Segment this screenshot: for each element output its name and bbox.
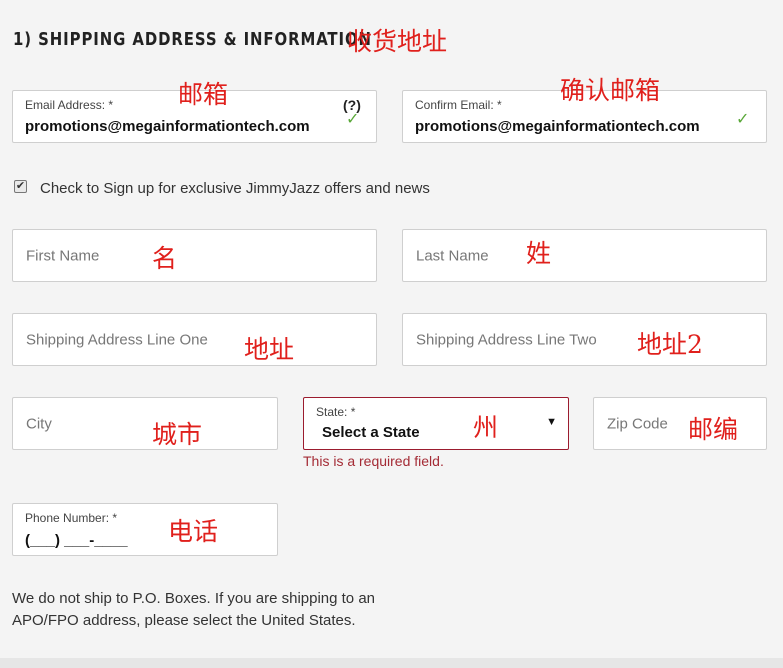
state-error-message: This is a required field. <box>303 453 444 469</box>
state-annotation: 州 <box>473 413 499 442</box>
city-annotation: 城市 <box>152 420 203 449</box>
state-selected-value[interactable]: Select a State <box>322 424 420 441</box>
address-line-one-placeholder: Shipping Address Line One <box>26 331 208 348</box>
section-title: 1) SHIPPING ADDRESS & INFORMATION <box>13 29 372 50</box>
email-value[interactable]: promotions@megainformationtech.com <box>25 118 310 135</box>
address-line-two-field[interactable]: Shipping Address Line Two <box>402 313 767 366</box>
section-title-annotation: 收货地址 <box>347 27 448 56</box>
confirm-email-value[interactable]: promotions@megainformationtech.com <box>415 118 700 135</box>
confirm-email-annotation: 确认邮箱 <box>560 76 661 105</box>
first-name-field[interactable]: First Name <box>12 229 377 282</box>
first-name-annotation: 名 <box>152 244 178 273</box>
zip-code-field[interactable]: Zip Code <box>593 397 767 450</box>
dropdown-arrow-icon[interactable]: ▼ <box>546 416 557 428</box>
city-field[interactable]: City <box>12 397 278 450</box>
zip-code-annotation: 邮编 <box>688 415 739 444</box>
last-name-annotation: 姓 <box>526 239 552 268</box>
zip-code-placeholder: Zip Code <box>607 415 668 432</box>
phone-number-label: Phone Number: * <box>25 511 118 525</box>
confirm-email-label: Confirm Email: * <box>415 98 502 112</box>
po-box-notice: We do not ship to P.O. Boxes. If you are… <box>12 590 376 629</box>
email-label: Email Address: * <box>25 98 114 112</box>
phone-number-annotation: 电话 <box>168 517 219 546</box>
newsletter-checkbox[interactable]: ✔ <box>14 180 27 193</box>
state-label: State: * <box>316 405 356 419</box>
address-line-two-annotation: 地址2 <box>637 330 703 359</box>
address-line-one-field[interactable]: Shipping Address Line One <box>12 313 377 366</box>
check-icon: ✓ <box>736 111 750 128</box>
phone-number-field[interactable]: Phone Number: * (___) ___-____ <box>12 503 278 556</box>
city-placeholder: City <box>26 415 52 432</box>
phone-number-value[interactable]: (___) ___-____ <box>25 532 128 549</box>
address-line-two-placeholder: Shipping Address Line Two <box>416 331 597 348</box>
state-select[interactable]: State: * Select a State ▼ <box>303 397 569 450</box>
last-name-field[interactable]: Last Name <box>402 229 767 282</box>
email-annotation: 邮箱 <box>178 80 229 109</box>
address-line-one-annotation: 地址 <box>244 335 295 364</box>
last-name-placeholder: Last Name <box>416 247 489 264</box>
first-name-placeholder: First Name <box>26 247 100 264</box>
check-icon: ✓ <box>346 111 360 128</box>
footer-divider <box>0 658 783 668</box>
newsletter-label[interactable]: Check to Sign up for exclusive JimmyJazz… <box>40 180 430 197</box>
